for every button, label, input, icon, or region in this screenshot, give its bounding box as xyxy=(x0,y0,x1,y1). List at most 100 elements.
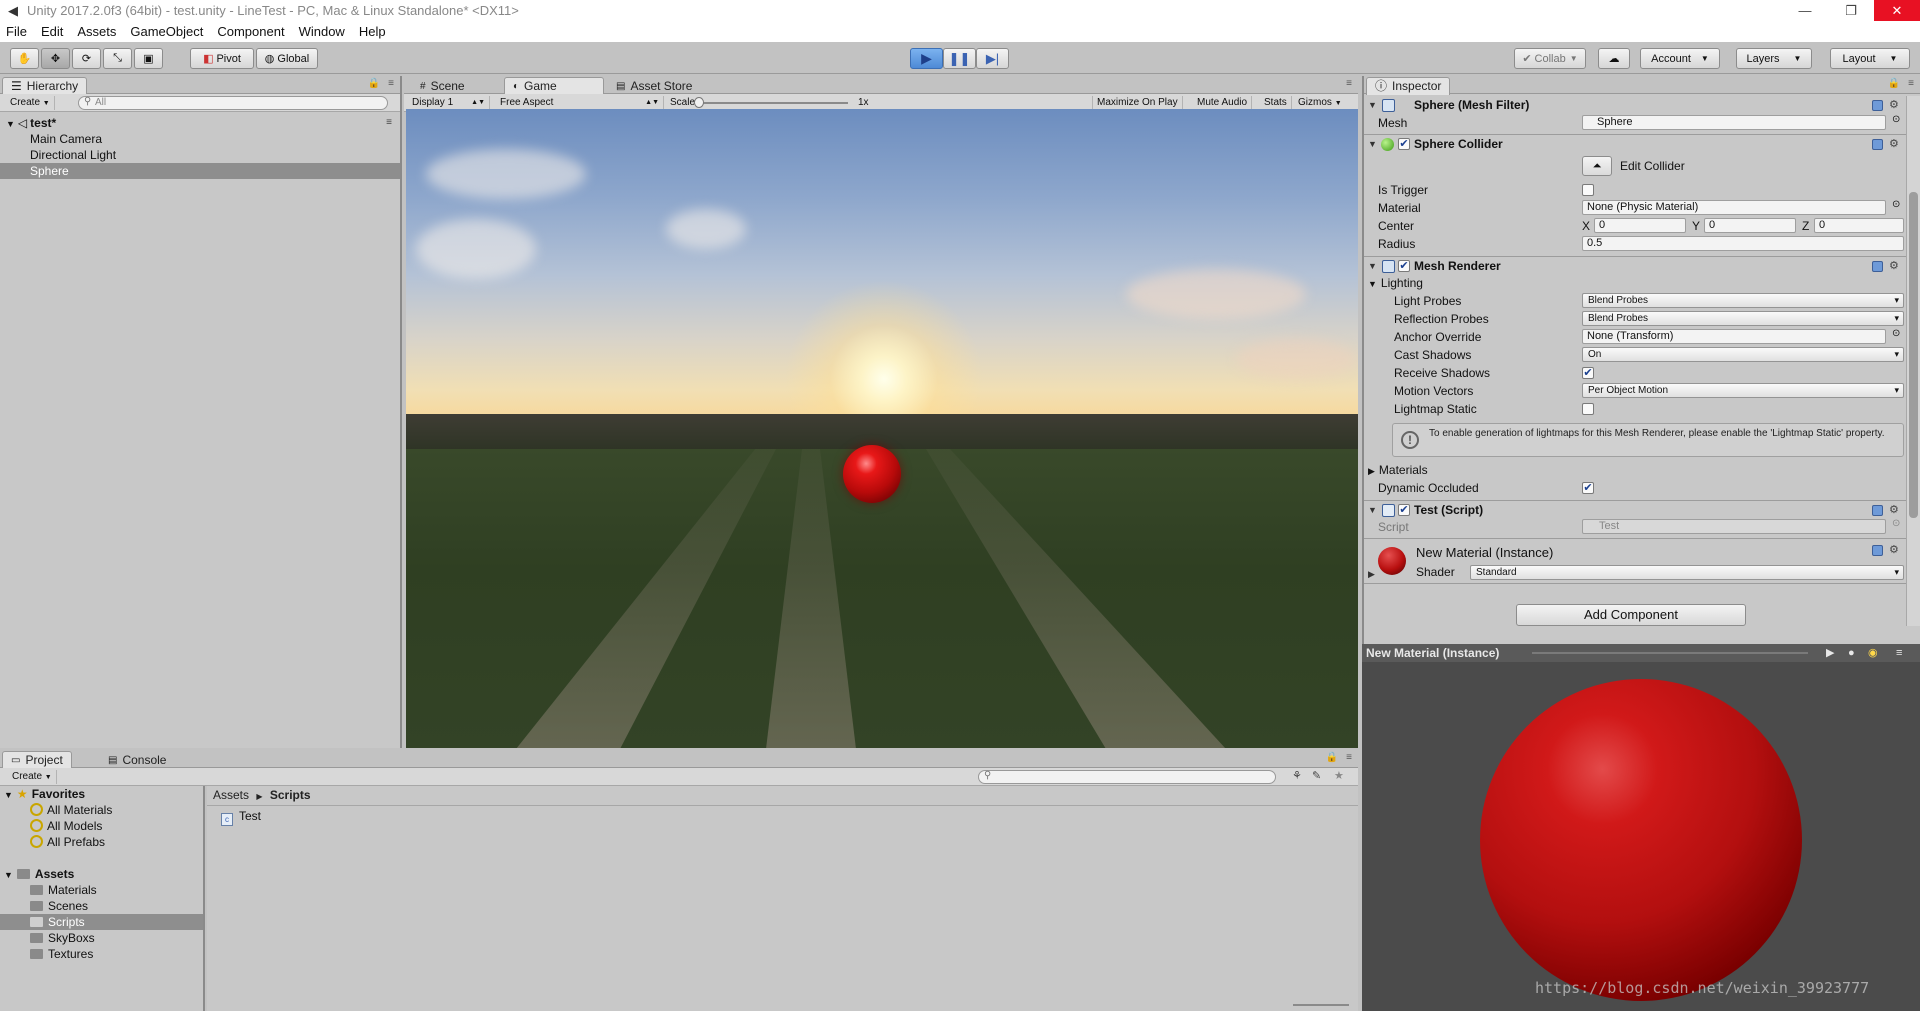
favorites-row[interactable]: ▼ ★ Favorites xyxy=(0,786,203,802)
test-script-header[interactable]: ▼ ✔ Test (Script) ⚙ xyxy=(1364,500,1906,520)
gear-icon[interactable]: ⚙ xyxy=(1889,543,1899,556)
preview-light-icon[interactable]: ◉ xyxy=(1868,644,1878,662)
object-picker-icon[interactable]: ⊙ xyxy=(1892,114,1900,125)
panel-menu-icon[interactable]: ≡ xyxy=(1346,752,1352,763)
help-book-icon[interactable] xyxy=(1872,505,1883,516)
favorite-item[interactable]: All Materials xyxy=(0,802,203,818)
add-component-button[interactable]: Add Component xyxy=(1516,604,1746,626)
icon-size-slider[interactable] xyxy=(1293,1004,1349,1006)
breadcrumb-assets[interactable]: Assets xyxy=(213,788,249,802)
mesh-renderer-enabled-checkbox[interactable]: ✔ xyxy=(1398,260,1410,272)
filter-by-label-icon[interactable]: ✎ xyxy=(1312,769,1321,782)
file-item-test[interactable]: c Test xyxy=(221,808,261,826)
tab-scene[interactable]: # Scene xyxy=(412,77,473,95)
collapse-triangle-icon[interactable]: ▼ xyxy=(1368,505,1377,515)
panel-menu-icon[interactable]: ≡ xyxy=(388,78,394,89)
radius-field[interactable]: 0.5 xyxy=(1582,236,1904,251)
project-search-input[interactable] xyxy=(978,770,1276,784)
scene-row[interactable]: ▼ ◁ test* ≡ xyxy=(0,115,400,131)
display-dropdown[interactable]: Display 1 ▲▼ xyxy=(408,96,490,110)
preview-drag-bar[interactable] xyxy=(1532,652,1808,654)
collapse-triangle-icon[interactable]: ▼ xyxy=(1368,100,1377,110)
layers-dropdown[interactable]: Layers ▼ xyxy=(1736,48,1812,69)
cast-shadows-dropdown[interactable]: On xyxy=(1582,347,1904,362)
menu-component[interactable]: Component xyxy=(217,24,284,39)
scale-slider-thumb[interactable] xyxy=(694,97,704,108)
layout-dropdown[interactable]: Layout ▼ xyxy=(1830,48,1910,69)
cloud-button[interactable]: ☁ xyxy=(1598,48,1630,69)
menu-file[interactable]: File xyxy=(6,24,27,39)
menu-help[interactable]: Help xyxy=(359,24,386,39)
scrollbar-thumb[interactable] xyxy=(1909,192,1918,518)
sphere-collider-header[interactable]: ▼ ✔ Sphere Collider ⚙ xyxy=(1364,134,1906,154)
center-x-field[interactable]: 0 xyxy=(1594,218,1686,233)
anchor-override-field[interactable]: None (Transform) xyxy=(1582,329,1886,344)
minimize-button[interactable]: — xyxy=(1782,0,1828,21)
gizmos-button[interactable]: Gizmos ▼ xyxy=(1294,96,1350,110)
lock-icon[interactable]: 🔒 xyxy=(368,78,380,89)
material-preview[interactable] xyxy=(1362,662,1920,1011)
receive-shadows-checkbox[interactable]: ✔ xyxy=(1582,367,1594,379)
folder-item-selected[interactable]: Scripts xyxy=(0,914,203,930)
favorite-item[interactable]: All Models xyxy=(0,818,203,834)
hierarchy-item-sphere[interactable]: Sphere xyxy=(0,163,400,179)
hierarchy-item-main-camera[interactable]: Main Camera xyxy=(0,131,400,147)
hierarchy-search-input[interactable]: All xyxy=(78,96,388,110)
tab-hierarchy[interactable]: ☰ Hierarchy xyxy=(2,77,88,95)
project-create-button[interactable]: Create ▼ xyxy=(8,770,57,784)
mesh-field[interactable]: Sphere xyxy=(1582,115,1886,130)
test-script-enabled-checkbox[interactable]: ✔ xyxy=(1398,504,1410,516)
help-book-icon[interactable] xyxy=(1872,139,1883,150)
preview-header[interactable]: New Material (Instance) ▶ ● ◉ ≡ xyxy=(1362,644,1920,662)
gear-icon[interactable]: ⚙ xyxy=(1889,503,1899,516)
gear-icon[interactable]: ⚙ xyxy=(1889,259,1899,272)
help-book-icon[interactable] xyxy=(1872,100,1883,111)
maximize-on-play-button[interactable]: Maximize On Play xyxy=(1092,96,1183,110)
menu-assets[interactable]: Assets xyxy=(77,24,116,39)
lighting-foldout[interactable]: ▼ Lighting xyxy=(1368,275,1423,292)
is-trigger-checkbox[interactable] xyxy=(1582,184,1594,196)
hand-tool-button[interactable]: ✋ xyxy=(10,48,39,69)
collider-material-field[interactable]: None (Physic Material) xyxy=(1582,200,1886,215)
edit-collider-button[interactable]: ⏶ xyxy=(1582,156,1612,176)
rect-tool-button[interactable]: ▣ xyxy=(134,48,163,69)
mute-audio-button[interactable]: Mute Audio xyxy=(1193,96,1253,110)
collapse-triangle-icon[interactable]: ▼ xyxy=(1368,261,1377,271)
assets-root-row[interactable]: ▼ Assets xyxy=(0,866,203,882)
game-view[interactable] xyxy=(406,109,1358,748)
lock-icon[interactable]: 🔒 xyxy=(1888,78,1900,89)
preview-sphere-icon[interactable]: ● xyxy=(1848,644,1855,662)
global-button[interactable]: ◍ Global xyxy=(256,48,318,69)
motion-vectors-dropdown[interactable]: Per Object Motion xyxy=(1582,383,1904,398)
tab-project[interactable]: ▭ Project xyxy=(2,751,72,769)
help-book-icon[interactable] xyxy=(1872,261,1883,272)
pause-button[interactable]: ❚❚ xyxy=(943,48,976,69)
stats-button[interactable]: Stats xyxy=(1260,96,1292,110)
reflection-probes-dropdown[interactable]: Blend Probes xyxy=(1582,311,1904,326)
lock-icon[interactable]: 🔒 xyxy=(1326,752,1338,763)
expand-triangle-icon[interactable]: ▼ xyxy=(6,119,15,129)
panel-menu-icon[interactable]: ≡ xyxy=(1896,644,1902,662)
breadcrumb-scripts[interactable]: Scripts xyxy=(270,788,311,802)
tab-console[interactable]: ▤ Console xyxy=(100,751,174,769)
material-section[interactable]: ▶ New Material (Instance) Shader Standar… xyxy=(1364,538,1906,584)
panel-menu-icon[interactable]: ≡ xyxy=(1346,78,1352,89)
collapse-triangle-icon[interactable]: ▼ xyxy=(1368,139,1377,149)
object-picker-icon[interactable]: ⊙ xyxy=(1892,328,1900,339)
collab-dropdown[interactable]: ✔ Collab ▼ xyxy=(1514,48,1586,69)
favorite-item[interactable]: All Prefabs xyxy=(0,834,203,850)
lightmap-static-checkbox[interactable] xyxy=(1582,403,1594,415)
center-z-field[interactable]: 0 xyxy=(1814,218,1904,233)
scale-slider-track[interactable] xyxy=(696,102,848,104)
favorite-star-icon[interactable]: ★ xyxy=(1334,769,1344,782)
move-tool-button[interactable]: ✥ xyxy=(41,48,70,69)
aspect-dropdown[interactable]: Free Aspect ▲▼ xyxy=(496,96,664,110)
hierarchy-create-button[interactable]: Create ▼ xyxy=(6,96,55,110)
help-book-icon[interactable] xyxy=(1872,545,1883,556)
gear-icon[interactable]: ⚙ xyxy=(1889,98,1899,111)
folder-item[interactable]: Scenes xyxy=(0,898,203,914)
maximize-button[interactable]: ❐ xyxy=(1828,0,1874,21)
tab-asset-store[interactable]: ▤ Asset Store xyxy=(608,77,700,95)
play-preview-icon[interactable]: ▶ xyxy=(1826,644,1834,662)
mesh-filter-header[interactable]: ▼ Sphere (Mesh Filter) ⚙ xyxy=(1364,96,1906,116)
